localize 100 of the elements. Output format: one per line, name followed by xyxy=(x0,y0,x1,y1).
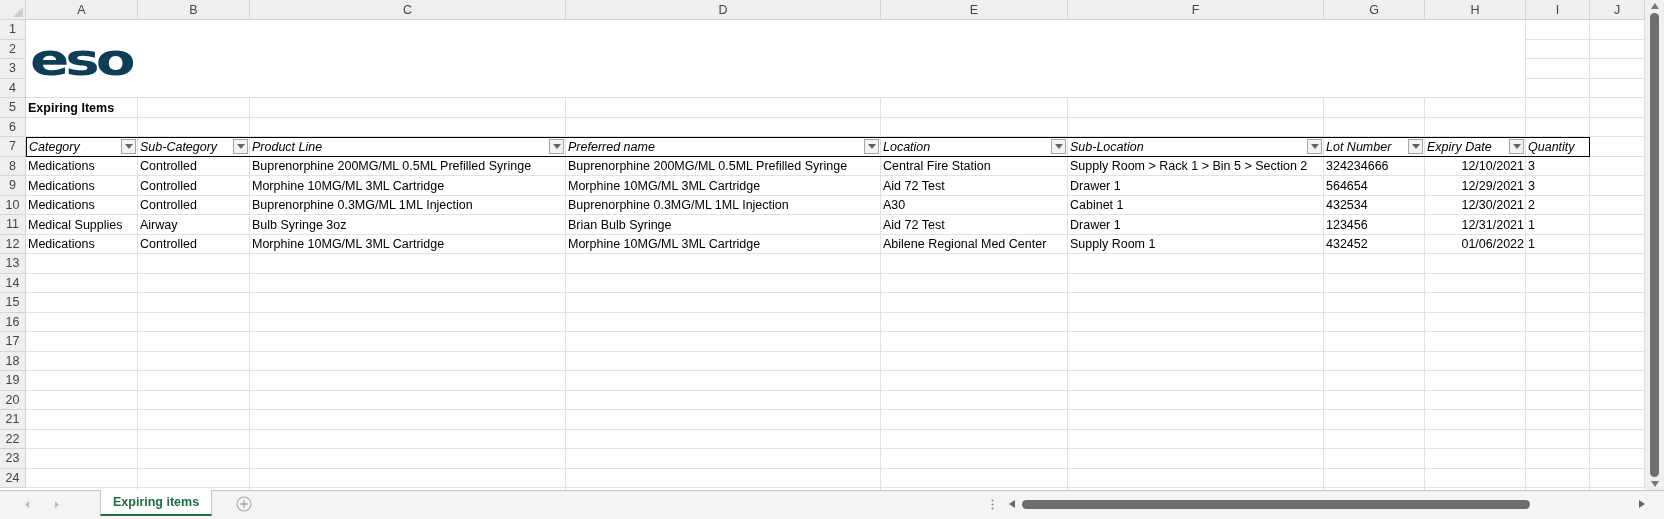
column-heading: Category xyxy=(29,138,80,156)
caret-icon xyxy=(1512,144,1521,150)
row-header[interactable]: 2 xyxy=(0,39,26,59)
row-header[interactable]: 1 xyxy=(0,20,26,40)
scrollbar-thumb[interactable] xyxy=(1022,499,1530,509)
table-cell-text: 3 xyxy=(1528,177,1535,195)
table-cell-text: Morphine 10MG/ML 3ML Cartridge xyxy=(252,177,445,195)
caret-icon xyxy=(867,144,876,150)
table-cell-text: 12/29/2021 xyxy=(1461,177,1524,195)
column-heading: Quantity xyxy=(1528,138,1575,156)
caret-icon xyxy=(236,144,245,150)
row-header[interactable]: 4 xyxy=(0,78,26,98)
row-header[interactable]: 6 xyxy=(0,117,26,137)
table-cell-text: Controlled xyxy=(140,197,197,215)
table-cell-text: 432534 xyxy=(1326,197,1368,215)
row-header[interactable]: 19 xyxy=(0,371,26,391)
table-cell-text: 1 xyxy=(1528,236,1535,254)
filter-button[interactable] xyxy=(1307,139,1322,155)
table-cell-text: 123456 xyxy=(1326,216,1368,234)
table-cell-text: Morphine 10MG/ML 3ML Cartridge xyxy=(568,236,761,254)
column-header[interactable]: J xyxy=(1590,0,1645,20)
table-cell-text: 1 xyxy=(1528,216,1535,234)
filter-button[interactable] xyxy=(864,139,879,155)
table-cell-text: Supply Room 1 xyxy=(1070,236,1156,254)
row-header[interactable]: 13 xyxy=(0,254,26,274)
column-header[interactable]: A xyxy=(26,0,138,20)
scrollbar-thumb[interactable] xyxy=(1650,13,1659,477)
column-header[interactable]: B xyxy=(138,0,250,20)
filter-button[interactable] xyxy=(233,139,248,155)
column-header[interactable]: E xyxy=(881,0,1068,20)
column-header[interactable]: C xyxy=(250,0,566,20)
splitter-handle-icon[interactable] xyxy=(991,498,994,510)
scroll-left-icon[interactable] xyxy=(1008,499,1016,509)
column-heading: Location xyxy=(883,138,931,156)
table-cell-text: 12/10/2021 xyxy=(1461,158,1524,176)
column-header[interactable]: H xyxy=(1425,0,1526,20)
table-cell-text: Brian Bulb Syringe xyxy=(568,216,672,234)
table-cell-text: 564654 xyxy=(1326,177,1368,195)
table-cell-text: 12/30/2021 xyxy=(1461,197,1524,215)
table-cell-text: Medications xyxy=(28,236,95,254)
row-header[interactable]: 12 xyxy=(0,234,26,254)
row-header[interactable]: 11 xyxy=(0,215,26,235)
row-header[interactable]: 24 xyxy=(0,468,26,488)
table-cell-text: 12/31/2021 xyxy=(1461,216,1524,234)
scroll-up-icon[interactable] xyxy=(1649,2,1660,10)
table-cell-text: Medications xyxy=(28,177,95,195)
table-cell-text: Controlled xyxy=(140,236,197,254)
row-header[interactable]: 21 xyxy=(0,410,26,430)
row-header[interactable]: 16 xyxy=(0,312,26,332)
row-header[interactable]: 14 xyxy=(0,273,26,293)
filter-button[interactable] xyxy=(549,139,564,155)
column-header[interactable]: F xyxy=(1068,0,1324,20)
caret-icon xyxy=(124,144,133,150)
sheet-title: Expiring Items xyxy=(28,99,115,117)
table-cell-text: Drawer 1 xyxy=(1070,177,1121,195)
row-header[interactable]: 15 xyxy=(0,293,26,313)
caret-icon xyxy=(552,144,561,150)
table-cell-text: Buprenorphine 0.3MG/ML 1ML Injection xyxy=(568,197,789,215)
row-header[interactable]: 3 xyxy=(0,59,26,79)
table-cell-text: Morphine 10MG/ML 3ML Cartridge xyxy=(252,236,445,254)
row-header[interactable]: 9 xyxy=(0,176,26,196)
filter-button[interactable] xyxy=(1051,139,1066,155)
column-header[interactable]: D xyxy=(566,0,881,20)
row-header[interactable]: 10 xyxy=(0,195,26,215)
column-header[interactable]: I xyxy=(1526,0,1590,20)
table-cell-text: Medications xyxy=(28,158,95,176)
table-cell-text: A30 xyxy=(883,197,906,215)
table-cell-text: 2 xyxy=(1528,197,1535,215)
vertical-scrollbar[interactable] xyxy=(1645,0,1664,490)
column-heading: Sub-Category xyxy=(140,138,218,156)
scroll-down-icon[interactable] xyxy=(1649,480,1660,488)
table-cell-text: Central Fire Station xyxy=(883,158,991,176)
caret-icon xyxy=(1054,144,1063,150)
column-header[interactable]: G xyxy=(1324,0,1425,20)
table-cell-text: Buprenorphine 200MG/ML 0.5ML Prefilled Syringe xyxy=(252,158,532,176)
table-cell-text: Aid 72 Test xyxy=(883,216,945,234)
column-heading: Preferred name xyxy=(568,138,655,156)
row-header[interactable]: 5 xyxy=(0,98,26,118)
row-header[interactable]: 23 xyxy=(0,449,26,469)
column-heading: Lot Number xyxy=(1326,138,1392,156)
table-cell-text: Morphine 10MG/ML 3ML Cartridge xyxy=(568,177,761,195)
table-cell-text: Supply Room > Rack 1 > Bin 5 > Section 2 xyxy=(1070,158,1308,176)
filter-button[interactable] xyxy=(1408,139,1423,155)
table-cell-text: Airway xyxy=(140,216,178,234)
row-header[interactable]: 8 xyxy=(0,156,26,176)
scroll-right-icon[interactable] xyxy=(1638,499,1646,509)
table-cell-text: Bulb Syringe 3oz xyxy=(252,216,347,234)
column-heading: Product Line xyxy=(252,138,323,156)
table-cell-text: Controlled xyxy=(140,177,197,195)
row-header[interactable]: 7 xyxy=(0,137,26,157)
sheet-tab[interactable]: Expiring items xyxy=(100,490,213,516)
filter-button[interactable] xyxy=(1509,139,1524,155)
table-cell-text: 324234666 xyxy=(1326,158,1389,176)
row-header[interactable]: 17 xyxy=(0,332,26,352)
table-cell-text: Cabinet 1 xyxy=(1070,197,1124,215)
row-header[interactable]: 18 xyxy=(0,351,26,371)
table-cell-text: 01/06/2022 xyxy=(1461,236,1524,254)
row-header[interactable]: 22 xyxy=(0,429,26,449)
row-header[interactable]: 20 xyxy=(0,390,26,410)
filter-button[interactable] xyxy=(121,139,136,155)
